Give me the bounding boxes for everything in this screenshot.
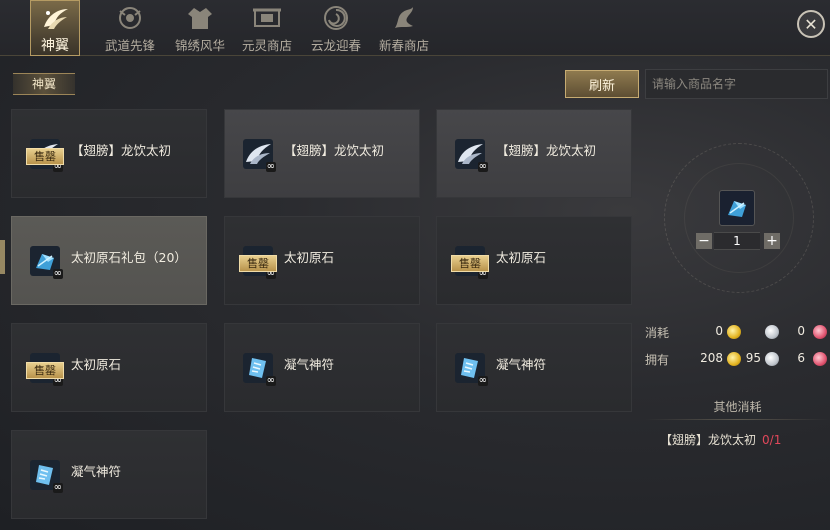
item-name: 凝气神符: [71, 464, 122, 479]
tab-bar: 神翼 武道先锋 锦绣风华 元灵商店 云龙迎春 新春商店 ✕: [0, 0, 830, 56]
item-name: 太初原石: [71, 357, 122, 372]
swirl-icon: [319, 4, 353, 32]
item-card[interactable]: ∞ 售罄 太初原石: [11, 323, 207, 412]
item-name: 凝气神符: [496, 357, 547, 372]
item-card[interactable]: ∞ 凝气神符: [224, 323, 420, 412]
cost-row: 消耗 0 0 0: [645, 322, 830, 342]
tab-label: 云龙迎春: [310, 38, 361, 53]
wing-icon: [38, 5, 72, 33]
item-card[interactable]: ∞ 售罄 太初原石: [436, 216, 632, 305]
item-name: 【翅膀】龙饮太初: [284, 143, 385, 158]
sold-out-badge: 售罄: [26, 362, 64, 379]
tab-yuanling[interactable]: 元灵商店: [236, 0, 298, 56]
emblem-icon: [113, 4, 147, 32]
selected-item-preview: [719, 190, 755, 226]
red-coin-icon: [813, 325, 827, 339]
item-card[interactable]: ∞ 凝气神符: [436, 323, 632, 412]
infinite-mark: ∞: [52, 482, 63, 493]
tab-label: 锦绣风华: [174, 38, 225, 53]
quantity-input[interactable]: 1: [714, 232, 760, 250]
divider: [645, 419, 830, 420]
tab-label: 神翼: [41, 38, 69, 54]
item-card[interactable]: ∞ 【翅膀】龙饮太初: [436, 109, 632, 198]
item-card[interactable]: ∞ 【翅膀】龙饮太初: [224, 109, 420, 198]
sold-out-badge: 售罄: [451, 255, 489, 272]
side-handle[interactable]: [0, 240, 5, 274]
other-cost-title: 其他消耗: [713, 400, 762, 414]
gold-coin-icon: [727, 325, 741, 339]
wing-item-icon: ∞: [243, 139, 276, 172]
tab-jinxiu[interactable]: 锦绣风华: [170, 0, 230, 56]
item-name: 凝气神符: [284, 357, 335, 372]
red-coin-icon: [813, 352, 827, 366]
search-input[interactable]: [645, 69, 828, 99]
stone-pack-icon: ∞: [30, 246, 63, 279]
infinite-mark: ∞: [265, 161, 276, 172]
wing-item-icon: ∞: [455, 139, 488, 172]
talisman-icon: ∞: [455, 353, 488, 386]
own-label: 拥有: [645, 353, 670, 367]
item-name: 太初原石: [496, 250, 547, 265]
cost-gold: 0: [715, 324, 723, 338]
own-red: 6: [797, 351, 805, 365]
item-card[interactable]: ∞ 售罄 太初原石: [224, 216, 420, 305]
tab-wudao[interactable]: 武道先锋: [100, 0, 160, 56]
tab-label: 武道先锋: [104, 38, 155, 53]
item-name: 太初原石: [284, 250, 335, 265]
close-icon: ✕: [804, 14, 818, 34]
infinite-mark: ∞: [265, 375, 276, 386]
item-name: 【翅膀】龙饮太初: [71, 143, 172, 158]
category-tag: 神翼: [13, 73, 75, 95]
quantity-decrease-button[interactable]: −: [696, 233, 712, 249]
tab-label: 元灵商店: [241, 38, 292, 53]
infinite-mark: ∞: [477, 375, 488, 386]
refresh-button[interactable]: 刷新: [565, 70, 639, 98]
infinite-mark: ∞: [477, 161, 488, 172]
tab-xinchun[interactable]: 新春商店: [374, 0, 434, 56]
infinite-mark: ∞: [52, 268, 63, 279]
quantity-increase-button[interactable]: +: [764, 233, 780, 249]
cost-label: 消耗: [645, 326, 670, 340]
talisman-icon: ∞: [243, 353, 276, 386]
cost-red: 0: [797, 324, 805, 338]
tab-shenyi[interactable]: 神翼: [30, 0, 80, 56]
item-name: 【翅膀】龙饮太初: [496, 143, 597, 158]
shop-sign-icon: [250, 4, 284, 32]
dragon-icon: [387, 4, 421, 32]
item-card[interactable]: ∞ 售罄 【翅膀】龙饮太初: [11, 109, 207, 198]
own-silver: 95: [745, 351, 761, 365]
sold-out-badge: 售罄: [26, 148, 64, 165]
robe-icon: [183, 4, 217, 32]
other-cost-item: 【翅膀】龙饮太初 0/1: [660, 431, 781, 448]
item-card[interactable]: ∞ 太初原石礼包（20）: [11, 216, 207, 305]
own-gold: 208: [700, 351, 723, 365]
other-cost-count: 0/1: [762, 433, 782, 447]
close-button[interactable]: ✕: [797, 10, 825, 38]
stone-pack-icon: [728, 201, 746, 217]
tab-label: 新春商店: [378, 38, 429, 53]
talisman-icon: ∞: [30, 460, 63, 493]
own-row: 拥有 208 95 6: [645, 349, 830, 369]
item-name: 太初原石礼包（20）: [71, 250, 187, 265]
item-card[interactable]: ∞ 凝气神符: [11, 430, 207, 519]
sold-out-badge: 售罄: [239, 255, 277, 272]
other-cost-name: 【翅膀】龙饮太初: [660, 433, 757, 447]
tab-yunlong[interactable]: 云龙迎春: [306, 0, 366, 56]
